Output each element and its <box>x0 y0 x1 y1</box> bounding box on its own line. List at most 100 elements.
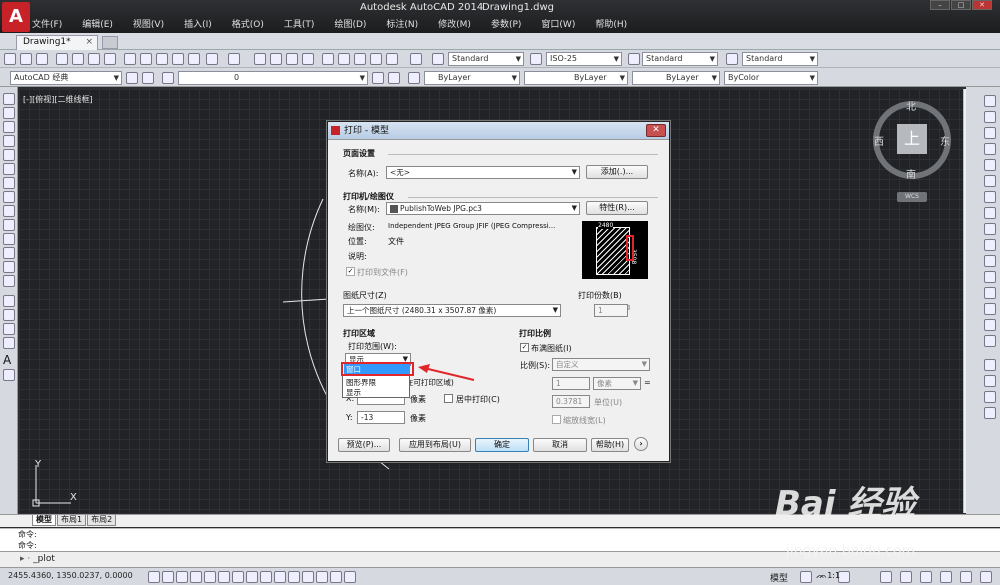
new-icon[interactable] <box>4 53 16 65</box>
zoom-realtime-icon[interactable] <box>270 53 282 65</box>
model-space-toggle[interactable]: 模型 <box>770 571 788 584</box>
draw-order-icon[interactable] <box>984 359 996 371</box>
fit-to-paper-checkbox[interactable]: ✓ <box>520 343 529 352</box>
plot-style-select[interactable]: ByColor ▼ <box>724 71 818 85</box>
close-window-button[interactable]: ✕ <box>972 0 992 10</box>
annotation-scale-label[interactable]: ᨏ1:1 <box>816 571 840 581</box>
polyline-icon[interactable] <box>3 121 15 133</box>
infer-constraints-icon[interactable] <box>148 571 160 583</box>
viewport-controls[interactable]: [-][俯视][二维线框] <box>23 94 93 105</box>
bring-front-icon[interactable] <box>984 375 996 387</box>
table-icon[interactable] <box>3 337 15 349</box>
paste-icon[interactable] <box>156 53 168 65</box>
add-page-setup-button[interactable]: 添加(.)... <box>586 165 648 179</box>
3d-print-icon[interactable] <box>104 53 116 65</box>
line-icon[interactable] <box>3 93 15 105</box>
menu-format[interactable]: 格式(O) <box>232 19 264 32</box>
menu-window[interactable]: 窗口(W) <box>541 19 575 32</box>
erase-icon[interactable] <box>984 95 996 107</box>
quick-view-layouts-icon[interactable] <box>800 571 812 583</box>
ellipse-arc-icon[interactable] <box>3 233 15 245</box>
quick-properties-icon[interactable] <box>316 571 328 583</box>
color-select[interactable]: ByLayer ▼ <box>424 71 520 85</box>
polar-tracking-icon[interactable] <box>204 571 216 583</box>
viewcube-top-face[interactable]: 上 <box>897 124 927 154</box>
object-snap-icon[interactable] <box>218 571 230 583</box>
print-icon[interactable] <box>56 53 68 65</box>
table-style-select[interactable]: Standard ▼ <box>642 52 718 66</box>
scale-unit1-select[interactable]: 像素 ▼ <box>593 377 641 390</box>
sheet-set-icon[interactable] <box>370 53 382 65</box>
menu-tools[interactable]: 工具(T) <box>284 19 315 32</box>
polygon-icon[interactable] <box>3 135 15 147</box>
cancel-button[interactable]: 取消 <box>533 438 587 452</box>
dynamic-input-icon[interactable] <box>274 571 286 583</box>
trim-icon[interactable] <box>984 239 996 251</box>
otrack-icon[interactable] <box>246 571 258 583</box>
open-icon[interactable] <box>20 53 32 65</box>
wcs-menu[interactable]: WCS <box>897 192 927 202</box>
scale-ratio-select[interactable]: 自定义 ▼ <box>552 358 650 371</box>
menu-view[interactable]: 视图(V) <box>133 19 164 32</box>
revcloud-icon[interactable] <box>3 191 15 203</box>
text-style-select[interactable]: Standard ▼ <box>448 52 524 66</box>
plot-to-file-checkbox[interactable]: ✓ <box>346 267 355 276</box>
circle-icon[interactable] <box>3 177 15 189</box>
transparency-icon[interactable] <box>302 571 314 583</box>
array-icon[interactable] <box>984 159 996 171</box>
workspace-switch-icon[interactable] <box>900 571 912 583</box>
hatch-icon[interactable] <box>3 295 15 307</box>
chamfer-icon[interactable] <box>984 303 996 315</box>
region-icon[interactable] <box>3 323 15 335</box>
scale-lineweights-checkbox[interactable] <box>552 415 561 424</box>
hardware-acceleration-icon[interactable] <box>940 571 952 583</box>
cut-icon[interactable] <box>124 53 136 65</box>
scale-value1-input[interactable]: 1 <box>552 377 590 390</box>
ellipse-icon[interactable] <box>3 219 15 231</box>
annotation-visibility-icon[interactable] <box>880 571 892 583</box>
extend-icon[interactable] <box>984 255 996 267</box>
copy-object-icon[interactable] <box>984 111 996 123</box>
copy-icon[interactable] <box>140 53 152 65</box>
tab-layout1[interactable]: 布局1 <box>57 515 87 526</box>
ducs-icon[interactable] <box>260 571 272 583</box>
menu-parametric[interactable]: 参数(P) <box>491 19 521 32</box>
mirror-icon[interactable] <box>984 127 996 139</box>
new-tab-button[interactable] <box>102 36 118 49</box>
layer-select[interactable]: 0 ▼ <box>178 71 368 85</box>
tab-model[interactable]: 模型 <box>32 515 56 526</box>
send-back-icon[interactable] <box>984 391 996 403</box>
ok-button[interactable]: 确定 <box>475 438 529 452</box>
tab-drawing1[interactable]: Drawing1* × <box>16 35 98 50</box>
arc-icon[interactable] <box>3 163 15 175</box>
maximize-button[interactable]: □ <box>951 0 971 10</box>
paper-size-select[interactable]: 上一个图纸尺寸 (2480.31 x 3507.87 像素) ▼ <box>343 304 561 317</box>
menu-draw[interactable]: 绘图(D) <box>334 19 366 32</box>
page-setup-name-select[interactable]: <无> ▼ <box>386 166 580 179</box>
menu-file[interactable]: 文件(F) <box>32 19 62 32</box>
help-icon[interactable] <box>410 53 422 65</box>
undo-icon[interactable] <box>206 53 218 65</box>
offset-y-input[interactable]: -13 <box>357 411 405 424</box>
compass-west[interactable]: 西 <box>874 133 884 148</box>
markup-icon[interactable] <box>386 53 398 65</box>
annotation-monitor-icon[interactable] <box>344 571 356 583</box>
join-icon[interactable] <box>984 287 996 299</box>
compass-south[interactable]: 南 <box>906 166 916 181</box>
mleader-style-select[interactable]: Standard ▼ <box>742 52 818 66</box>
insert-block-icon[interactable] <box>3 247 15 259</box>
menu-modify[interactable]: 修改(M) <box>438 19 471 32</box>
grid-display-icon[interactable] <box>176 571 188 583</box>
command-input[interactable]: _plot <box>33 554 55 564</box>
menu-insert[interactable]: 插入(I) <box>184 19 212 32</box>
snap-mode-icon[interactable] <box>162 571 174 583</box>
make-block-icon[interactable] <box>3 261 15 273</box>
menu-edit[interactable]: 编辑(E) <box>82 19 113 32</box>
stretch-icon[interactable] <box>984 223 996 235</box>
3d-osnap-icon[interactable] <box>232 571 244 583</box>
linetype-select[interactable]: ByLayer ▼ <box>524 71 628 85</box>
dim-style-select[interactable]: ISO-25 ▼ <box>546 52 622 66</box>
make-current-layer-icon[interactable] <box>372 72 384 84</box>
menu-help[interactable]: 帮助(H) <box>595 19 627 32</box>
preview-button[interactable]: 预览(P)... <box>338 438 390 452</box>
